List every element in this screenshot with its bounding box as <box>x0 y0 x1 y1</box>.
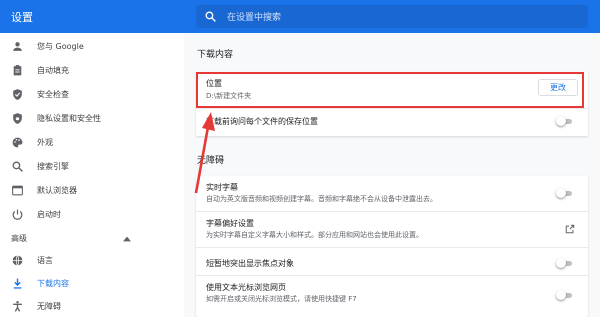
live-caption-toggle[interactable] <box>556 188 574 198</box>
search-box[interactable]: 在设置中搜索 <box>196 5 588 28</box>
clipboard-icon <box>13 65 22 76</box>
sidebar-item-label: 搜索引擎 <box>37 162 69 171</box>
external-link-icon[interactable] <box>565 224 575 234</box>
sidebar-item-languages[interactable]: 语言 <box>0 251 184 271</box>
globe-icon <box>12 255 23 266</box>
caption-preferences-title: 字幕偏好设置 <box>206 219 254 228</box>
ask-save-location-label: 下载前询问每个文件的保存位置 <box>206 117 318 126</box>
shield-check-icon <box>13 89 22 100</box>
sidebar-item-autofill[interactable]: 自动填充 <box>0 61 184 81</box>
sidebar: 您与 Google 自动填充 安全检查 隐私设置和安全性 外观 搜索引擎 默认浏… <box>0 33 184 317</box>
focus-highlight-title: 短暂地突出显示焦点对象 <box>206 259 294 268</box>
sidebar-item-on-startup[interactable]: 启动时 <box>0 205 184 225</box>
divider <box>196 275 588 276</box>
downloads-section-title: 下载内容 <box>197 50 234 60</box>
browser-icon <box>12 185 23 196</box>
search-icon <box>12 161 23 172</box>
sidebar-item-label: 安全检查 <box>37 90 69 99</box>
caret-browsing-toggle[interactable] <box>556 290 574 300</box>
accessibility-section-title: 无障碍 <box>197 156 225 166</box>
sidebar-item-label: 隐私设置和安全性 <box>37 114 101 123</box>
sidebar-item-label: 无障碍 <box>37 302 61 311</box>
sidebar-item-label: 外观 <box>37 138 53 147</box>
search-input[interactable]: 在设置中搜索 <box>227 10 281 23</box>
advanced-toggle[interactable]: 高级 <box>11 233 27 244</box>
highlight-box <box>196 72 584 108</box>
app-title: 设置 <box>11 11 33 24</box>
sidebar-item-label: 默认浏览器 <box>37 186 77 195</box>
sidebar-item-accessibility[interactable]: 无障碍 <box>0 297 184 317</box>
accessibility-card: 实时字幕 自动为英文版音频和视频创建字幕。音频和字幕绝不会从设备中泄露出去。 字… <box>196 176 588 317</box>
sidebar-item-label: 您与 Google <box>37 42 84 51</box>
sidebar-item-you-and-google[interactable]: 您与 Google <box>0 37 184 57</box>
divider <box>196 211 588 212</box>
chevron-up-icon[interactable] <box>123 236 131 242</box>
focus-highlight-toggle[interactable] <box>556 258 574 268</box>
sidebar-item-privacy[interactable]: 隐私设置和安全性 <box>0 109 184 129</box>
caret-browsing-subtitle: 如需开启或关闭光标浏览模式，请使用快捷键 F7 <box>206 295 357 303</box>
shield-lock-icon <box>13 113 22 124</box>
sidebar-item-label: 启动时 <box>37 210 61 219</box>
accessibility-icon <box>13 300 22 312</box>
divider <box>196 108 588 109</box>
sidebar-item-label: 语言 <box>37 256 53 265</box>
palette-icon <box>12 137 23 148</box>
download-icon <box>13 278 22 289</box>
ask-save-location-toggle[interactable] <box>556 116 574 126</box>
top-bar: 设置 在设置中搜索 <box>0 0 600 33</box>
sidebar-item-default-browser[interactable]: 默认浏览器 <box>0 181 184 201</box>
sidebar-item-search-engine[interactable]: 搜索引擎 <box>0 157 184 177</box>
sidebar-item-safety-check[interactable]: 安全检查 <box>0 85 184 105</box>
sidebar-item-appearance[interactable]: 外观 <box>0 133 184 153</box>
person-icon <box>13 42 22 51</box>
search-icon <box>205 11 216 22</box>
power-icon <box>12 209 23 220</box>
live-caption-subtitle: 自动为英文版音频和视频创建字幕。音频和字幕绝不会从设备中泄露出去。 <box>206 195 437 203</box>
sidebar-item-label: 自动填充 <box>37 66 69 75</box>
divider <box>196 247 588 248</box>
caption-preferences-subtitle: 为实时字幕自定义字幕大小和样式。部分应用和网站也会使用此设置。 <box>206 231 423 239</box>
live-caption-title: 实时字幕 <box>206 183 238 192</box>
sidebar-item-label: 下载内容 <box>37 279 69 288</box>
caret-browsing-title: 使用文本光标浏览网页 <box>206 283 286 292</box>
sidebar-item-downloads[interactable]: 下载内容 <box>0 274 184 294</box>
